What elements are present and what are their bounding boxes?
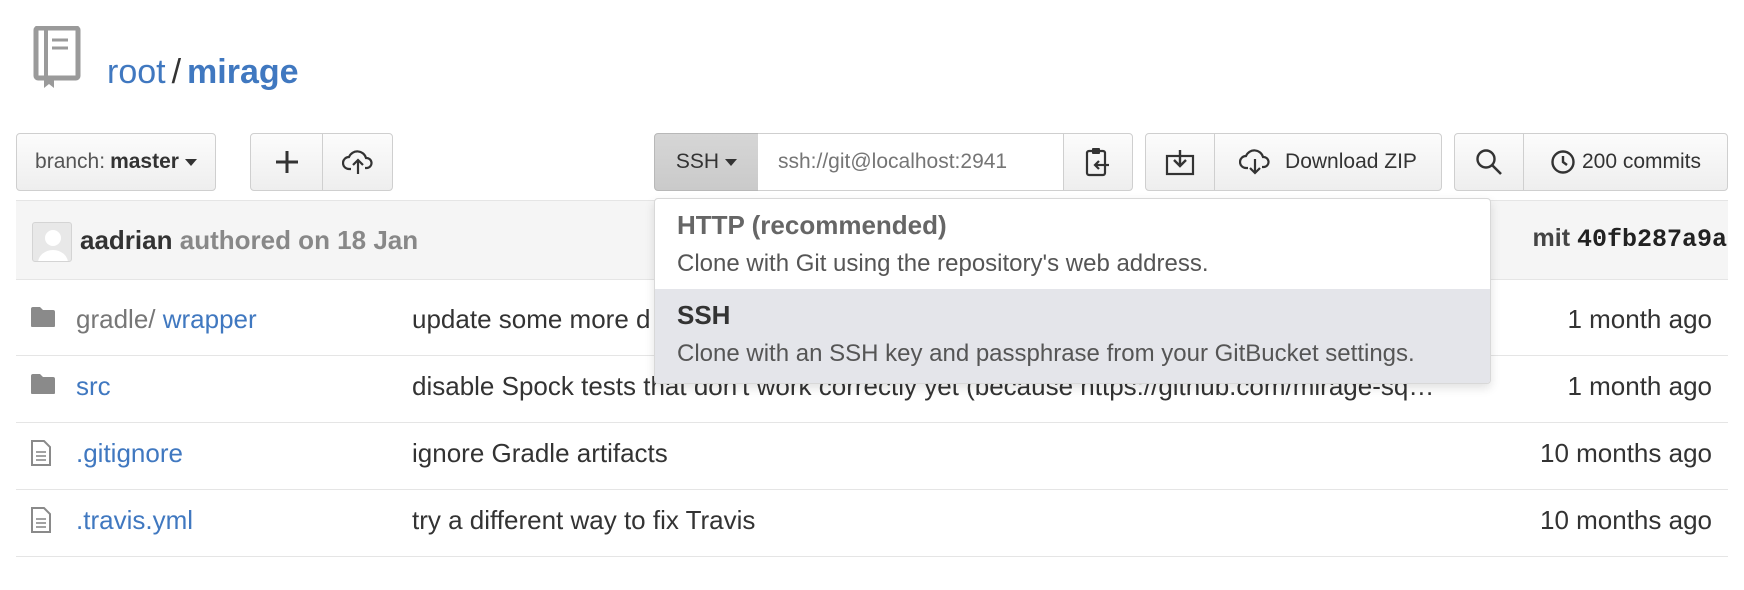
download-zip-label: Download ZIP xyxy=(1285,150,1417,173)
clone-protocol-dropdown: HTTP (recommended) Clone with Git using … xyxy=(654,198,1491,384)
commit-authored-date: authored on 18 Jan xyxy=(179,225,419,255)
search-icon xyxy=(1476,149,1502,175)
search-button[interactable] xyxy=(1454,133,1524,191)
commit-label: mit xyxy=(1532,224,1571,252)
file-age: 1 month ago xyxy=(1567,371,1712,401)
plus-icon xyxy=(275,151,298,173)
history-icon xyxy=(1551,150,1575,174)
file-name-link[interactable]: .gitignore xyxy=(76,416,183,490)
upload-file-button[interactable] xyxy=(322,133,393,191)
caret-down-icon xyxy=(184,158,197,166)
commit-message-link[interactable]: ignore Gradle artifacts xyxy=(412,416,1480,490)
file-name: wrapper xyxy=(162,304,257,334)
clone-option-ssh[interactable]: SSH Clone with an SSH key and passphrase… xyxy=(655,289,1490,383)
file-row: .travis.yml try a different way to fix T… xyxy=(16,483,1728,557)
copy-clone-url-button[interactable] xyxy=(1063,133,1133,191)
commits-count: 200 commits xyxy=(1581,150,1702,173)
file-name-link[interactable]: .travis.yml xyxy=(76,483,193,557)
cloud-download-icon xyxy=(1239,149,1270,175)
new-file-button[interactable] xyxy=(250,133,323,191)
clipboard-icon xyxy=(1085,148,1109,177)
avatar[interactable] xyxy=(32,222,72,262)
clone-url-input[interactable] xyxy=(758,133,1064,191)
repo-separator: / xyxy=(171,53,182,91)
download-icon xyxy=(1165,150,1195,176)
clone-option-http[interactable]: HTTP (recommended) Clone with Git using … xyxy=(655,199,1490,289)
caret-down-icon xyxy=(725,158,738,166)
file-name-link[interactable]: gradle/ wrapper xyxy=(76,282,257,356)
branch-value: master xyxy=(110,150,179,173)
file-dir: gradle/ xyxy=(76,304,156,334)
commits-button[interactable]: 200 commits xyxy=(1523,133,1728,191)
commit-hash-link[interactable]: 40fb287a9a xyxy=(1577,225,1727,254)
file-icon xyxy=(31,440,51,466)
file-row: .gitignore ignore Gradle artifacts 10 mo… xyxy=(16,416,1728,490)
file-age: 1 month ago xyxy=(1567,304,1712,334)
folder-icon xyxy=(31,307,55,327)
file-age: 10 months ago xyxy=(1539,438,1712,468)
clone-protocol-button[interactable]: SSH xyxy=(654,133,759,191)
repo-owner-link[interactable]: root xyxy=(107,53,166,91)
commit-author-line: aadrian authored on 18 Jan xyxy=(80,224,418,256)
repo-book-icon xyxy=(32,25,90,90)
clone-option-description: Clone with an SSH key and passphrase fro… xyxy=(677,340,1415,367)
clone-option-description: Clone with Git using the repository's we… xyxy=(677,250,1209,277)
repo-name-link[interactable]: mirage xyxy=(187,53,299,91)
clone-protocol-label: SSH xyxy=(675,150,720,173)
branch-selector-button[interactable]: branch: master xyxy=(16,133,216,191)
download-zip-button[interactable]: Download ZIP xyxy=(1214,133,1442,191)
folder-icon xyxy=(31,374,55,394)
cloud-upload-icon xyxy=(341,150,373,174)
clone-option-title: SSH xyxy=(677,300,731,330)
commit-message-link[interactable]: try a different way to fix Travis xyxy=(412,483,1480,557)
file-age: 10 months ago xyxy=(1539,505,1712,535)
repo-title: root / mirage xyxy=(107,48,299,96)
branch-label: branch: xyxy=(35,150,106,173)
commit-author-link[interactable]: aadrian xyxy=(80,225,173,255)
clone-option-title: HTTP (recommended) xyxy=(677,210,947,240)
download-button[interactable] xyxy=(1145,133,1215,191)
commit-id: mit 40fb287a9a xyxy=(1533,222,1727,256)
file-name-link[interactable]: src xyxy=(76,349,111,423)
file-icon xyxy=(31,507,51,533)
